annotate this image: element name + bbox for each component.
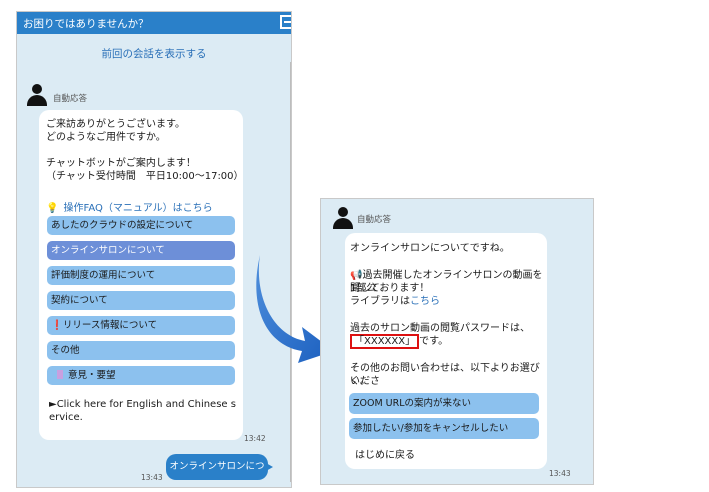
option-contract[interactable]: 契約について [47, 291, 235, 310]
chat-title: お困りではありませんか？ [23, 18, 149, 30]
message-line: い。 [350, 376, 370, 387]
memo-icon [57, 370, 63, 379]
library-link[interactable]: こちら [410, 296, 440, 307]
bot-message-bubble: ご来訪ありがとうございます。 どのようなご用件ですか。 チャットボットがご案内し… [39, 110, 244, 440]
chat-header: お困りではありませんか？ [17, 12, 291, 34]
message-line: ライブラリはこちら [350, 295, 440, 308]
option-other[interactable]: その他 [47, 341, 235, 360]
greeting-line: チャットボットがご案内します！ [46, 158, 196, 169]
english-service-link-cont[interactable]: ervice. [49, 411, 83, 424]
back-to-start-button[interactable]: はじめに戻る [355, 449, 415, 462]
bot-timestamp: 13:43 [549, 469, 571, 478]
message-line: オンラインサロンについてですね。 [350, 243, 510, 254]
faq-link[interactable]: 💡 操作FAQ（マニュアル）はこちら [46, 196, 213, 215]
bot-avatar-icon [27, 84, 47, 106]
greeting-line: どのようなご用件ですか。 [46, 132, 166, 143]
user-timestamp: 13:43 [141, 473, 163, 482]
exclamation-icon: ❗ [51, 320, 63, 331]
option-cloud-settings[interactable]: あしたのクラウドの設定について [47, 216, 235, 235]
faq-link-text: 操作FAQ（マニュアル）はこちら [63, 203, 213, 214]
option-label: リリース情報について [62, 320, 158, 331]
option-zoom-url[interactable]: ZOOM URLの案内が来ない [349, 393, 539, 414]
message-text: です。 [419, 336, 449, 347]
message-line: 「XXXXXX」 です。 [350, 334, 449, 349]
bot-name: 自動応答 [53, 94, 88, 104]
password-value: 「XXXXXX」 [350, 334, 420, 349]
greeting-line: （チャット受付時間 平日10:00～17:00） [46, 171, 244, 182]
english-service-link[interactable]: ►Click here for English and Chinese s [49, 398, 236, 411]
user-message-bubble: オンラインサロンについて [166, 454, 273, 480]
option-release-info[interactable]: ❗リリース情報について [47, 316, 235, 335]
option-label: 意見・要望 [68, 370, 116, 381]
library-text: ライブラリは [350, 296, 410, 307]
option-online-salon[interactable]: オンラインサロンについて [47, 241, 235, 260]
bot-timestamp: 13:42 [244, 434, 266, 443]
bot-name: 自動応答 [357, 215, 392, 225]
show-previous-conversation-link[interactable]: 前回の会話を表示する [17, 46, 291, 61]
option-feedback[interactable]: 意見・要望 [47, 366, 235, 385]
minimize-icon[interactable] [280, 15, 291, 29]
bot-message-bubble: オンラインサロンについてですね。 📢過去開催したオンラインサロンの動画を1部公 … [345, 233, 547, 469]
megaphone-icon: 📢 [350, 270, 363, 281]
chat-window-right: 自動応答 オンラインサロンについてですね。 📢過去開催したオンラインサロンの動画… [320, 198, 594, 485]
greeting-line: ご来訪ありがとうございます。 [46, 119, 185, 130]
bot-avatar-icon [333, 207, 353, 229]
lightbulb-icon: 💡 [46, 203, 59, 214]
message-line: その他のお問い合わせは、以下よりお選びくださ [350, 363, 540, 387]
message-line: 開しております！ [350, 283, 430, 294]
option-join-cancel[interactable]: 参加したい/参加をキャンセルしたい [349, 418, 539, 439]
chat-window-left: お困りではありませんか？ 前回の会話を表示する 自動応答 ご来訪ありがとうござい… [16, 11, 292, 488]
option-evaluation-system[interactable]: 評価制度の運用について [47, 266, 235, 285]
